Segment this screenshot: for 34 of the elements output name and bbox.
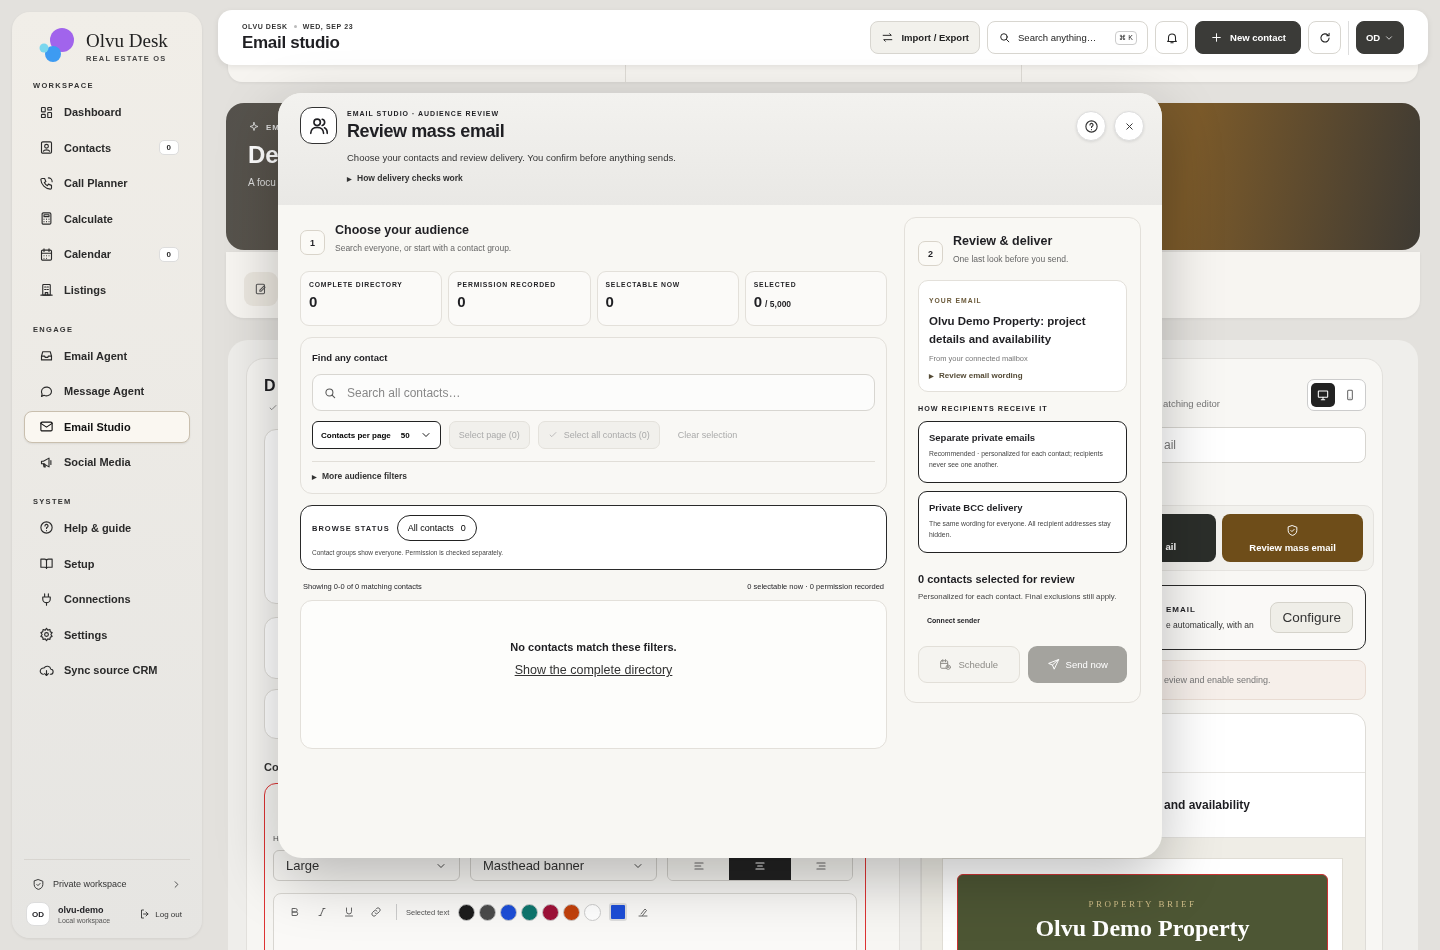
brand-name: Olvu Desk xyxy=(86,29,168,52)
hero-title: De xyxy=(248,141,279,169)
count-badge: 0 xyxy=(158,246,179,262)
stat-value: 0 xyxy=(309,293,318,310)
step-title: Choose your audience xyxy=(335,223,471,237)
user-name: olvu-demo xyxy=(58,904,105,915)
card-title: Find any contact xyxy=(312,352,389,363)
step-title: Review & deliver xyxy=(953,234,1054,248)
user-avatar: OD xyxy=(26,902,50,926)
stat-value: 0 xyxy=(457,293,466,310)
step-number: 1 xyxy=(300,230,325,255)
step-subtitle: One last look before you send. xyxy=(953,254,1069,264)
step-subtitle: Search everyone, or start with a contact group. xyxy=(335,243,512,253)
dialog-description: Choose your contacts and review delivery. You confirm before anything sends. xyxy=(347,152,676,163)
hero-subtitle: A focu xyxy=(248,177,276,188)
dialog-title: Review mass email xyxy=(347,121,506,142)
selection-count: 0 contacts selected for review xyxy=(918,572,1076,585)
sender-title: EMAIL xyxy=(1166,605,1197,614)
email-subject: Olvu Demo Property: project details and availability xyxy=(929,314,1087,347)
stat-value: 0 xyxy=(753,293,763,310)
banner-title: Olvu Demo Property xyxy=(1034,915,1251,942)
banner-eyebrow: PROPERTY BRIEF xyxy=(1087,899,1198,909)
stat-limit: / 5,000 xyxy=(765,299,792,309)
field-label: H xyxy=(273,834,279,843)
hero-tag: EM xyxy=(266,122,280,132)
section-heading: Co xyxy=(264,761,279,773)
empty-title: No contacts match these filters. xyxy=(510,641,677,653)
page-title: Email studio xyxy=(242,32,341,53)
sender-text: e automatically, with an xyxy=(1166,620,1255,630)
step-number: 2 xyxy=(918,241,943,266)
editor-note: atching editor xyxy=(1163,398,1222,411)
editor-heading: D xyxy=(264,377,276,395)
stat-value: 0 xyxy=(605,293,614,310)
count-badge: 0 xyxy=(158,140,179,156)
